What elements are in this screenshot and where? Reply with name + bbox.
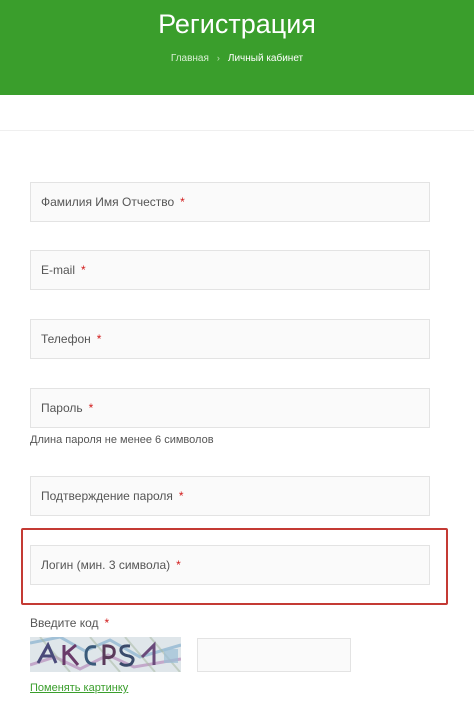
password-field[interactable]: Пароль * [30,388,430,428]
refresh-captcha-link[interactable]: Поменять картинку [30,681,128,695]
password-confirm-field[interactable]: Подтверждение пароля * [30,476,430,516]
email-placeholder: E-mail * [41,263,86,277]
captcha-input[interactable] [197,638,351,672]
required-mark: * [81,263,86,277]
required-mark: * [88,401,94,415]
page-header: Регистрация Главная › Личный кабинет [0,0,474,95]
required-mark: * [104,616,110,630]
captcha-noise-graphic [30,637,181,672]
captcha-label: Введите код * [30,616,110,630]
breadcrumb-home-link[interactable]: Главная [171,53,209,64]
breadcrumb: Главная › Личный кабинет [0,51,474,66]
password-placeholder: Пароль * [41,401,94,415]
password-hint: Длина пароля не менее 6 символов [30,434,214,446]
phone-field[interactable]: Телефон * [30,319,430,359]
email-field[interactable]: E-mail * [30,250,430,290]
page-title: Регистрация [158,9,316,39]
full-name-field[interactable]: Фамилия Имя Отчество * [30,182,430,222]
password-confirm-placeholder: Подтверждение пароля * [41,489,184,503]
required-mark: * [176,558,181,572]
phone-placeholder: Телефон * [41,332,102,346]
breadcrumb-current: Личный кабинет [227,53,304,64]
required-mark: * [178,489,184,503]
required-mark: * [180,195,185,209]
full-name-placeholder: Фамилия Имя Отчество * [41,195,185,209]
divider [0,130,474,131]
required-mark: * [96,332,102,346]
login-field[interactable]: Логин (мин. 3 символа) * [30,545,430,585]
breadcrumb-separator-icon: › [216,53,220,63]
login-placeholder: Логин (мин. 3 символа) * [41,558,181,572]
captcha-image [30,637,181,672]
